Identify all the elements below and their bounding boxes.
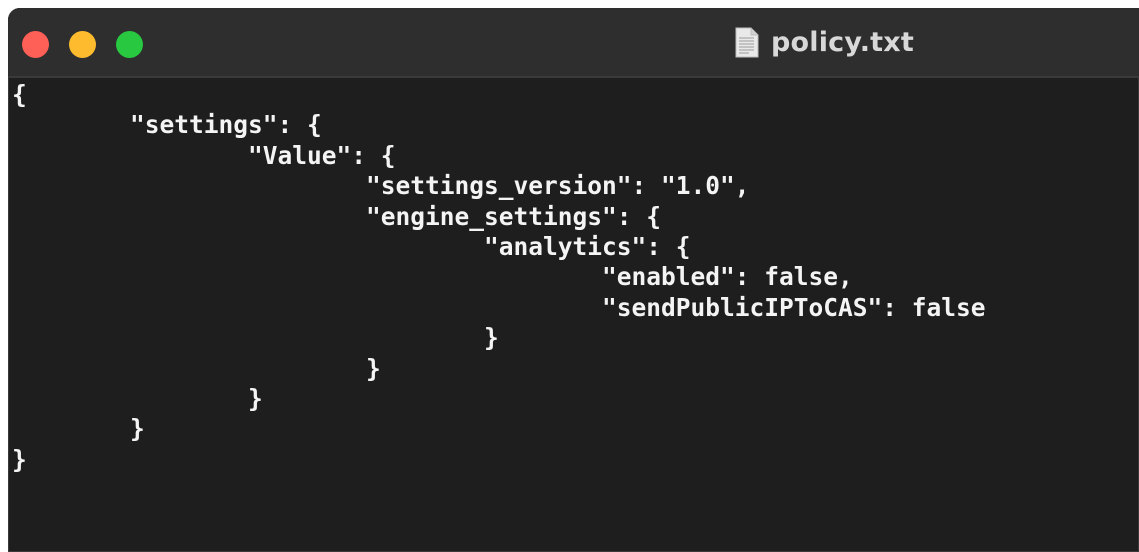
code-line: "sendPublicIPToCAS": false	[12, 292, 986, 322]
code-line: "Value": {	[12, 140, 396, 170]
code-line: {	[12, 80, 27, 109]
code-line: }	[12, 353, 381, 383]
window-title: policy.txt	[735, 22, 914, 62]
zoom-window-button[interactable]	[116, 31, 143, 58]
code-line: "settings_version": "1.0",	[12, 171, 750, 201]
text-document-icon	[735, 27, 759, 58]
window-title-text: policy.txt	[771, 26, 914, 58]
code-line: }	[12, 414, 145, 444]
close-window-button[interactable]	[22, 31, 49, 58]
code-line: "analytics": {	[12, 231, 691, 261]
text-editor-window: policy.txt { "settings": { "Value": { "s…	[8, 8, 1139, 552]
code-line: "enabled": false,	[12, 262, 853, 292]
code-line: "engine_settings": {	[12, 201, 662, 231]
code-line: }	[12, 383, 263, 413]
code-line: }	[12, 323, 499, 353]
minimize-window-button[interactable]	[69, 31, 96, 58]
title-bar[interactable]: policy.txt	[8, 8, 1139, 78]
code-line: "settings": {	[12, 110, 322, 140]
code-line: }	[12, 444, 27, 474]
text-editor-area[interactable]: { "settings": { "Value": { "settings_ver…	[8, 80, 1139, 552]
